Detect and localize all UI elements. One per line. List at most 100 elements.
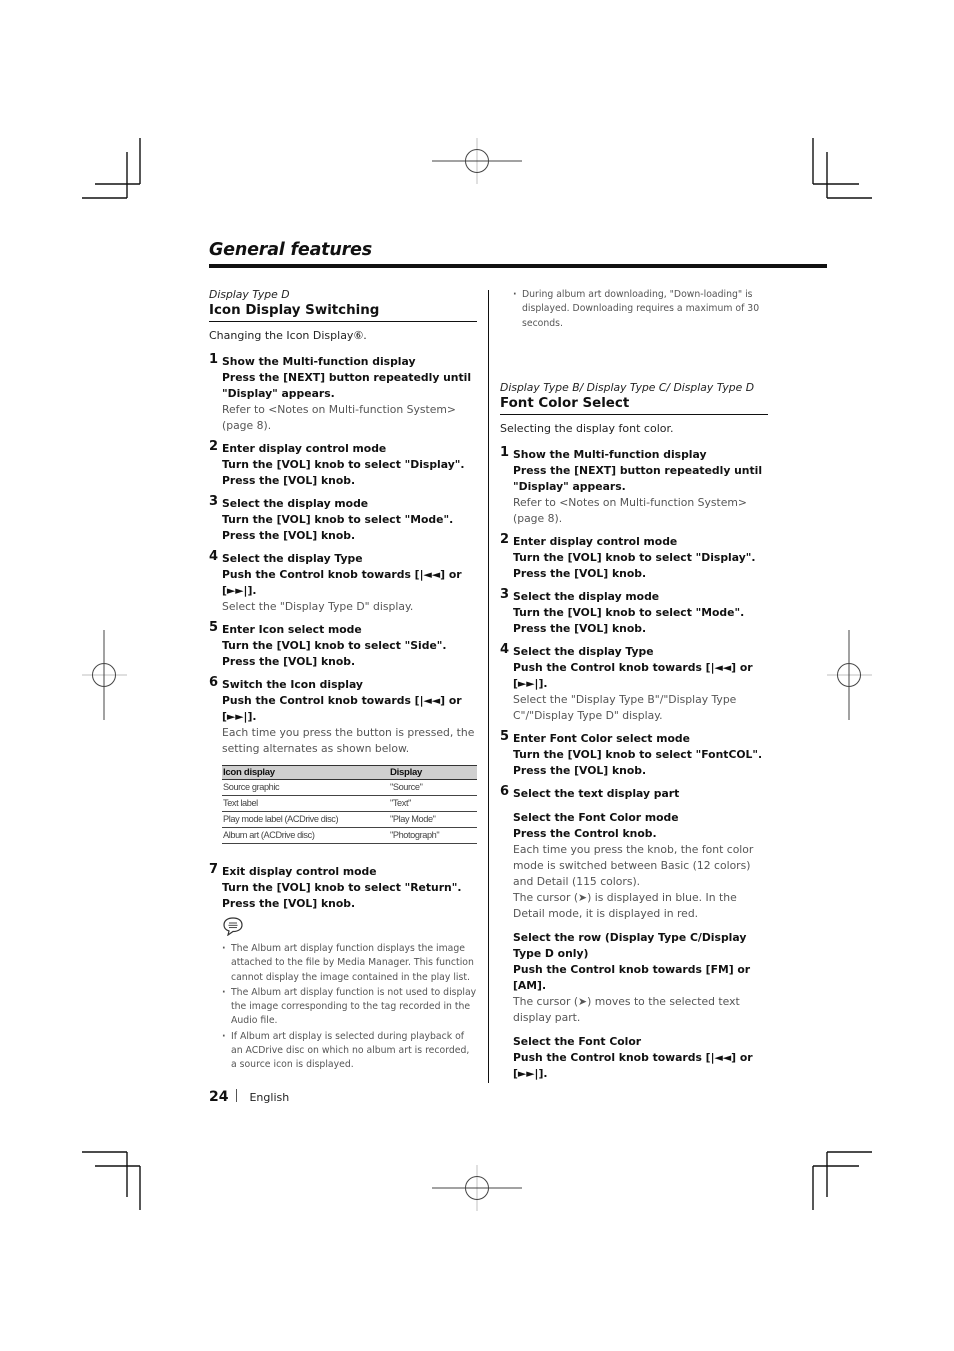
table-cell: Text label [222, 795, 389, 812]
step-instruction: Turn the [VOL] knob to select "Side". Pr… [222, 639, 447, 668]
step-number: 2 [209, 439, 219, 454]
step-number: 4 [500, 641, 510, 657]
step-6: 6 Switch the Icon display Push the Contr… [209, 675, 477, 757]
step-title: Enter display control mode [222, 442, 387, 455]
substep-title: Select the Font Color mode [513, 810, 679, 824]
step-1: 1 Show the Multi-function display Press … [209, 352, 477, 434]
section-title: Icon Display Switching [209, 302, 477, 322]
step-number: 1 [209, 352, 219, 367]
note-item: The Album art display function is not us… [222, 986, 477, 1029]
continued-notes: During album art downloading, "Down-load… [500, 288, 768, 331]
table-cell: "Photograph" [389, 827, 477, 844]
step-5: 5 Enter Font Color select mode Turn the … [500, 728, 768, 779]
table-cell: "Source" [389, 779, 477, 796]
step-title: Enter Font Color select mode [513, 731, 690, 745]
step-title: Select the display Type [222, 552, 363, 565]
step-number: 6 [500, 783, 510, 799]
step-6: 6 Select the text display part Select th… [500, 783, 768, 1082]
step-title: Select the text display part [513, 786, 680, 800]
step-title: Switch the Icon display [222, 678, 363, 691]
crop-mark-top-left [82, 138, 141, 199]
substep-title: Select the row (Display Type C/Display T… [513, 930, 747, 960]
step-title: Show the Multi-function display [222, 355, 416, 368]
substep-title: Select the Font Color [513, 1034, 642, 1048]
step-instruction: Turn the [VOL] knob to select "Display".… [222, 458, 465, 487]
substep-instruction: Push the Control knob towards [|◄◄] or [… [513, 1050, 753, 1080]
step-number: 5 [500, 728, 510, 744]
registration-mark-top [432, 138, 522, 184]
step-7: 7 Exit display control mode Turn the [VO… [209, 862, 477, 912]
title-rule [209, 264, 827, 268]
step-4: 4 Select the display Type Push the Contr… [209, 549, 477, 615]
step-title: Enter Icon select mode [222, 623, 362, 636]
step-title: Exit display control mode [222, 865, 377, 878]
step-note: Refer to <Notes on Multi-function System… [222, 403, 456, 432]
crop-mark-top-right [812, 138, 872, 199]
printer-crop-marks [82, 138, 872, 1211]
step-instruction: Turn the [VOL] knob to select "Display".… [513, 550, 756, 580]
step-instruction: Turn the [VOL] knob to select "Mode". Pr… [222, 513, 454, 542]
column-header: Display [389, 765, 477, 780]
substep-note: Each time you press the knob, the font c… [513, 842, 754, 888]
step-number: 1 [500, 444, 510, 460]
table-cell: Play mode label (ACDrive disc) [222, 811, 389, 828]
step-instruction: Press the [NEXT] button repeatedly until… [222, 371, 472, 400]
table-row: Album art (ACDrive disc) "Photograph" [222, 827, 477, 844]
table-row: Play mode label (ACDrive disc) "Play Mod… [222, 811, 477, 828]
step-number: 5 [209, 620, 219, 635]
section-intro: Selecting the display font color. [500, 421, 674, 435]
step-instruction: Turn the [VOL] knob to select "Return". … [222, 881, 462, 910]
step-instruction: Press the [NEXT] button repeatedly until… [513, 463, 763, 493]
note-item: The Album art display function displays … [222, 942, 477, 985]
table-row: Text label "Text" [222, 795, 477, 812]
substep-instruction: Push the Control knob towards [FM] or [A… [513, 962, 751, 992]
note-item: If Album art display is selected during … [222, 1030, 477, 1073]
step-note: Refer to <Notes on Multi-function System… [513, 495, 747, 525]
step-number: 3 [209, 494, 219, 509]
table-cell: "Play Mode" [389, 811, 477, 828]
substep-select-font-color: Select the Font Color Push the Control k… [513, 1034, 768, 1082]
step-instruction: Turn the [VOL] knob to select "Mode". Pr… [513, 605, 745, 635]
step-title: Show the Multi-function display [513, 447, 707, 461]
substep-note: The cursor (➤) moves to the selected tex… [513, 994, 740, 1024]
step-note: Select the "Display Type B"/"Display Typ… [513, 692, 737, 722]
step-3: 3 Select the display mode Turn the [VOL]… [500, 586, 768, 637]
table-cell: "Text" [389, 795, 477, 812]
step-instruction: Push the Control knob towards [|◄◄] or [… [222, 568, 462, 597]
table-cell: Album art (ACDrive disc) [222, 827, 389, 844]
note-speech-bubble-icon [223, 917, 243, 937]
section-intro: Changing the Icon Display⑥. [209, 329, 367, 342]
section-subtitle: Display Type D [209, 288, 290, 301]
table-row: Source graphic "Source" [222, 779, 477, 796]
step-instruction: Turn the [VOL] knob to select "FontCOL".… [513, 747, 763, 777]
section-title: Font Color Select [500, 395, 768, 415]
note-item: During album art downloading, "Down-load… [513, 288, 768, 331]
substep-note: The cursor (➤) is displayed in blue. In … [513, 890, 737, 920]
step-instruction: Push the Control knob towards [|◄◄] or [… [222, 694, 462, 723]
substep-font-color-mode: Select the Font Color mode Press the Con… [513, 810, 768, 922]
icon-display-table: Icon display Display Source graphic "Sou… [222, 765, 477, 844]
table-cell: Source graphic [222, 779, 389, 796]
step-title: Select the display mode [222, 497, 369, 510]
registration-mark-bottom [432, 1165, 522, 1211]
step-1: 1 Show the Multi-function display Press … [500, 444, 768, 527]
step-number: 3 [500, 586, 510, 602]
step-2: 2 Enter display control mode Turn the [V… [209, 439, 477, 489]
step-note: Each time you press the button is presse… [222, 726, 475, 755]
step-note: Select the "Display Type D" display. [222, 600, 414, 613]
registration-mark-left [82, 630, 127, 720]
icon-display-switching-section: Display Type D Icon Display Switching Ch… [209, 288, 477, 1074]
step-number: 7 [209, 862, 219, 877]
step-3: 3 Select the display mode Turn the [VOL]… [209, 494, 477, 544]
crop-mark-bottom-left [82, 1151, 141, 1210]
step-4: 4 Select the display Type Push the Contr… [500, 641, 768, 724]
page-footer: 24 English [209, 1088, 289, 1105]
step-title: Select the display Type [513, 644, 654, 658]
font-color-select-section: During album art downloading, "Down-load… [500, 288, 768, 1090]
crop-mark-bottom-right [812, 1151, 872, 1210]
step-instruction: Push the Control knob towards [|◄◄] or [… [513, 660, 753, 690]
footer-language: English [249, 1091, 290, 1104]
notes-list: The Album art display function displays … [209, 942, 477, 1073]
step-number: 4 [209, 549, 219, 564]
column-divider [488, 290, 489, 1083]
